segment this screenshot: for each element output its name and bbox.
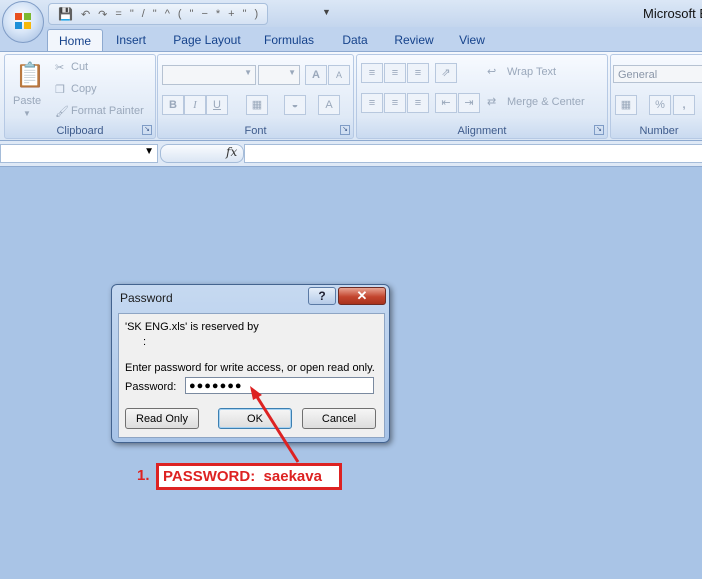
align-right-icon[interactable]: ≡ (407, 93, 429, 113)
decrease-indent-icon[interactable]: ⇤ (435, 93, 457, 113)
format-painter-icon: 🖌 (55, 106, 69, 118)
align-middle-icon[interactable]: ≡ (384, 63, 406, 83)
formula-controls: fx (160, 144, 244, 163)
clipboard-group-label: Clipboard (56, 125, 104, 137)
percent-button[interactable]: % (649, 95, 671, 115)
merge-center-button[interactable]: Merge & Center (507, 96, 585, 108)
paste-dropdown-icon[interactable]: ▼ (23, 109, 31, 118)
bold-button[interactable]: B (162, 95, 184, 115)
qat-item[interactable]: " (187, 8, 197, 20)
ok-button[interactable]: OK (218, 408, 292, 429)
redo-icon[interactable]: ↷ (95, 8, 110, 21)
merge-center-icon: ⇄ (487, 96, 497, 108)
align-center-icon[interactable]: ≡ (384, 93, 406, 113)
copy-button[interactable]: Copy (71, 83, 97, 95)
font-group: ▼ ▼ A A B I U ▦ ◒ A Font ↘ (157, 54, 354, 139)
copy-icon: ❐ (55, 84, 65, 96)
quick-access-toolbar: 💾 ↶ ↷ = " / " ^ ( " − * + " ) (48, 3, 269, 25)
qat-item[interactable]: " (240, 8, 250, 20)
insert-function-button[interactable]: fx (226, 145, 237, 159)
increase-indent-icon[interactable]: ⇥ (458, 93, 480, 113)
italic-button[interactable]: I (184, 95, 206, 115)
office-button[interactable] (2, 1, 44, 43)
alignment-group: ≡ ≡ ≡ ⇗ ↩ Wrap Text ≡ ≡ ≡ ⇤ ⇥ ⇄ Merge & … (356, 54, 608, 139)
qat-item[interactable]: ( (175, 8, 185, 20)
read-only-button[interactable]: Read Only (125, 408, 199, 429)
align-left-icon[interactable]: ≡ (361, 93, 383, 113)
dialog-body: 'SK ENG.xls' is reserved by : Enter pass… (118, 313, 385, 438)
tab-view[interactable]: View (452, 29, 492, 51)
align-bottom-icon[interactable]: ≡ (407, 63, 429, 83)
paste-button[interactable]: Paste (13, 95, 41, 107)
qat-item[interactable]: / (139, 8, 148, 20)
clipboard-launcher-icon[interactable]: ↘ (142, 125, 152, 135)
close-button[interactable]: ✕ (338, 287, 386, 305)
wrap-text-icon: ↩ (487, 66, 497, 78)
ribbon: 📋 Paste ▼ ✂ Cut ❐ Copy 🖌 Format Painter … (0, 51, 702, 141)
reserved-message: 'SK ENG.xls' is reserved by (125, 321, 259, 333)
tab-formulas[interactable]: Formulas (257, 29, 321, 51)
qat-item[interactable]: ^ (162, 8, 173, 20)
currency-icon[interactable]: ▦ (615, 95, 637, 115)
number-group: General ▦ % , Number (610, 54, 702, 139)
orientation-icon[interactable]: ⇗ (435, 63, 457, 83)
tab-review[interactable]: Review (388, 29, 440, 51)
fill-color-icon[interactable]: ◒ (284, 95, 306, 115)
number-group-label: Number (639, 125, 679, 137)
font-name-select[interactable]: ▼ (162, 65, 256, 85)
annotation-password-note: PASSWORD: saekava (156, 463, 342, 490)
qat-item[interactable]: = (112, 8, 124, 20)
underline-button[interactable]: U (206, 95, 228, 115)
formula-input[interactable] (244, 144, 702, 163)
dialog-title: Password (120, 291, 173, 305)
window-title: Microsoft E (643, 6, 702, 21)
borders-icon[interactable]: ▦ (246, 95, 268, 115)
font-group-label: Font (244, 125, 267, 137)
font-launcher-icon[interactable]: ↘ (340, 125, 350, 135)
qat-customize-icon[interactable]: ▼ (322, 7, 331, 17)
number-format-select[interactable]: General (613, 65, 702, 83)
help-button[interactable]: ? (308, 287, 336, 305)
password-label: Password: (125, 381, 177, 393)
wrap-text-button[interactable]: Wrap Text (507, 66, 556, 78)
qat-item[interactable]: " (150, 8, 160, 20)
password-field[interactable]: ●●●●●●● (185, 377, 374, 394)
ribbon-tabs: Home Insert Page Layout Formulas Data Re… (0, 27, 702, 52)
name-box-dropdown-icon[interactable]: ▼ (144, 146, 154, 157)
formula-bar: ▼ fx (0, 141, 702, 167)
name-box[interactable]: ▼ (0, 144, 158, 163)
tab-data[interactable]: Data (334, 29, 376, 51)
shrink-font-button[interactable]: A (328, 65, 350, 85)
format-painter-button[interactable]: Format Painter (71, 105, 144, 117)
undo-icon[interactable]: ↶ (78, 8, 93, 21)
qat-item[interactable]: " (127, 8, 137, 20)
save-icon[interactable]: 💾 (55, 7, 76, 21)
font-color-button[interactable]: A (318, 95, 340, 115)
qat-item[interactable]: − (198, 8, 210, 20)
cut-button[interactable]: Cut (71, 61, 88, 73)
alignment-group-label: Alignment (457, 125, 507, 137)
font-size-select[interactable]: ▼ (258, 65, 300, 85)
password-dialog: Password ? ✕ 'SK ENG.xls' is reserved by… (111, 284, 390, 443)
comma-button[interactable]: , (673, 95, 695, 115)
grow-font-button[interactable]: A (305, 65, 327, 85)
office-logo-icon (15, 13, 31, 29)
cancel-button[interactable]: Cancel (302, 408, 376, 429)
qat-item[interactable]: * (213, 8, 223, 20)
tab-page-layout[interactable]: Page Layout (168, 29, 246, 51)
alignment-launcher-icon[interactable]: ↘ (594, 125, 604, 135)
title-bar: 💾 ↶ ↷ = " / " ^ ( " − * + " ) ▼ Microsof… (0, 0, 702, 28)
align-top-icon[interactable]: ≡ (361, 63, 383, 83)
annotation-number: 1. (137, 467, 150, 484)
tab-insert[interactable]: Insert (108, 29, 154, 51)
cut-icon: ✂ (55, 62, 65, 74)
tab-home[interactable]: Home (47, 29, 103, 52)
clipboard-group: 📋 Paste ▼ ✂ Cut ❐ Copy 🖌 Format Painter … (4, 54, 156, 139)
qat-item[interactable]: + (225, 8, 237, 20)
instruction-message: Enter password for write access, or open… (125, 362, 375, 374)
reserved-by-user: : (143, 336, 147, 348)
paste-icon: 📋 (15, 62, 45, 89)
qat-item[interactable]: ) (252, 8, 262, 20)
